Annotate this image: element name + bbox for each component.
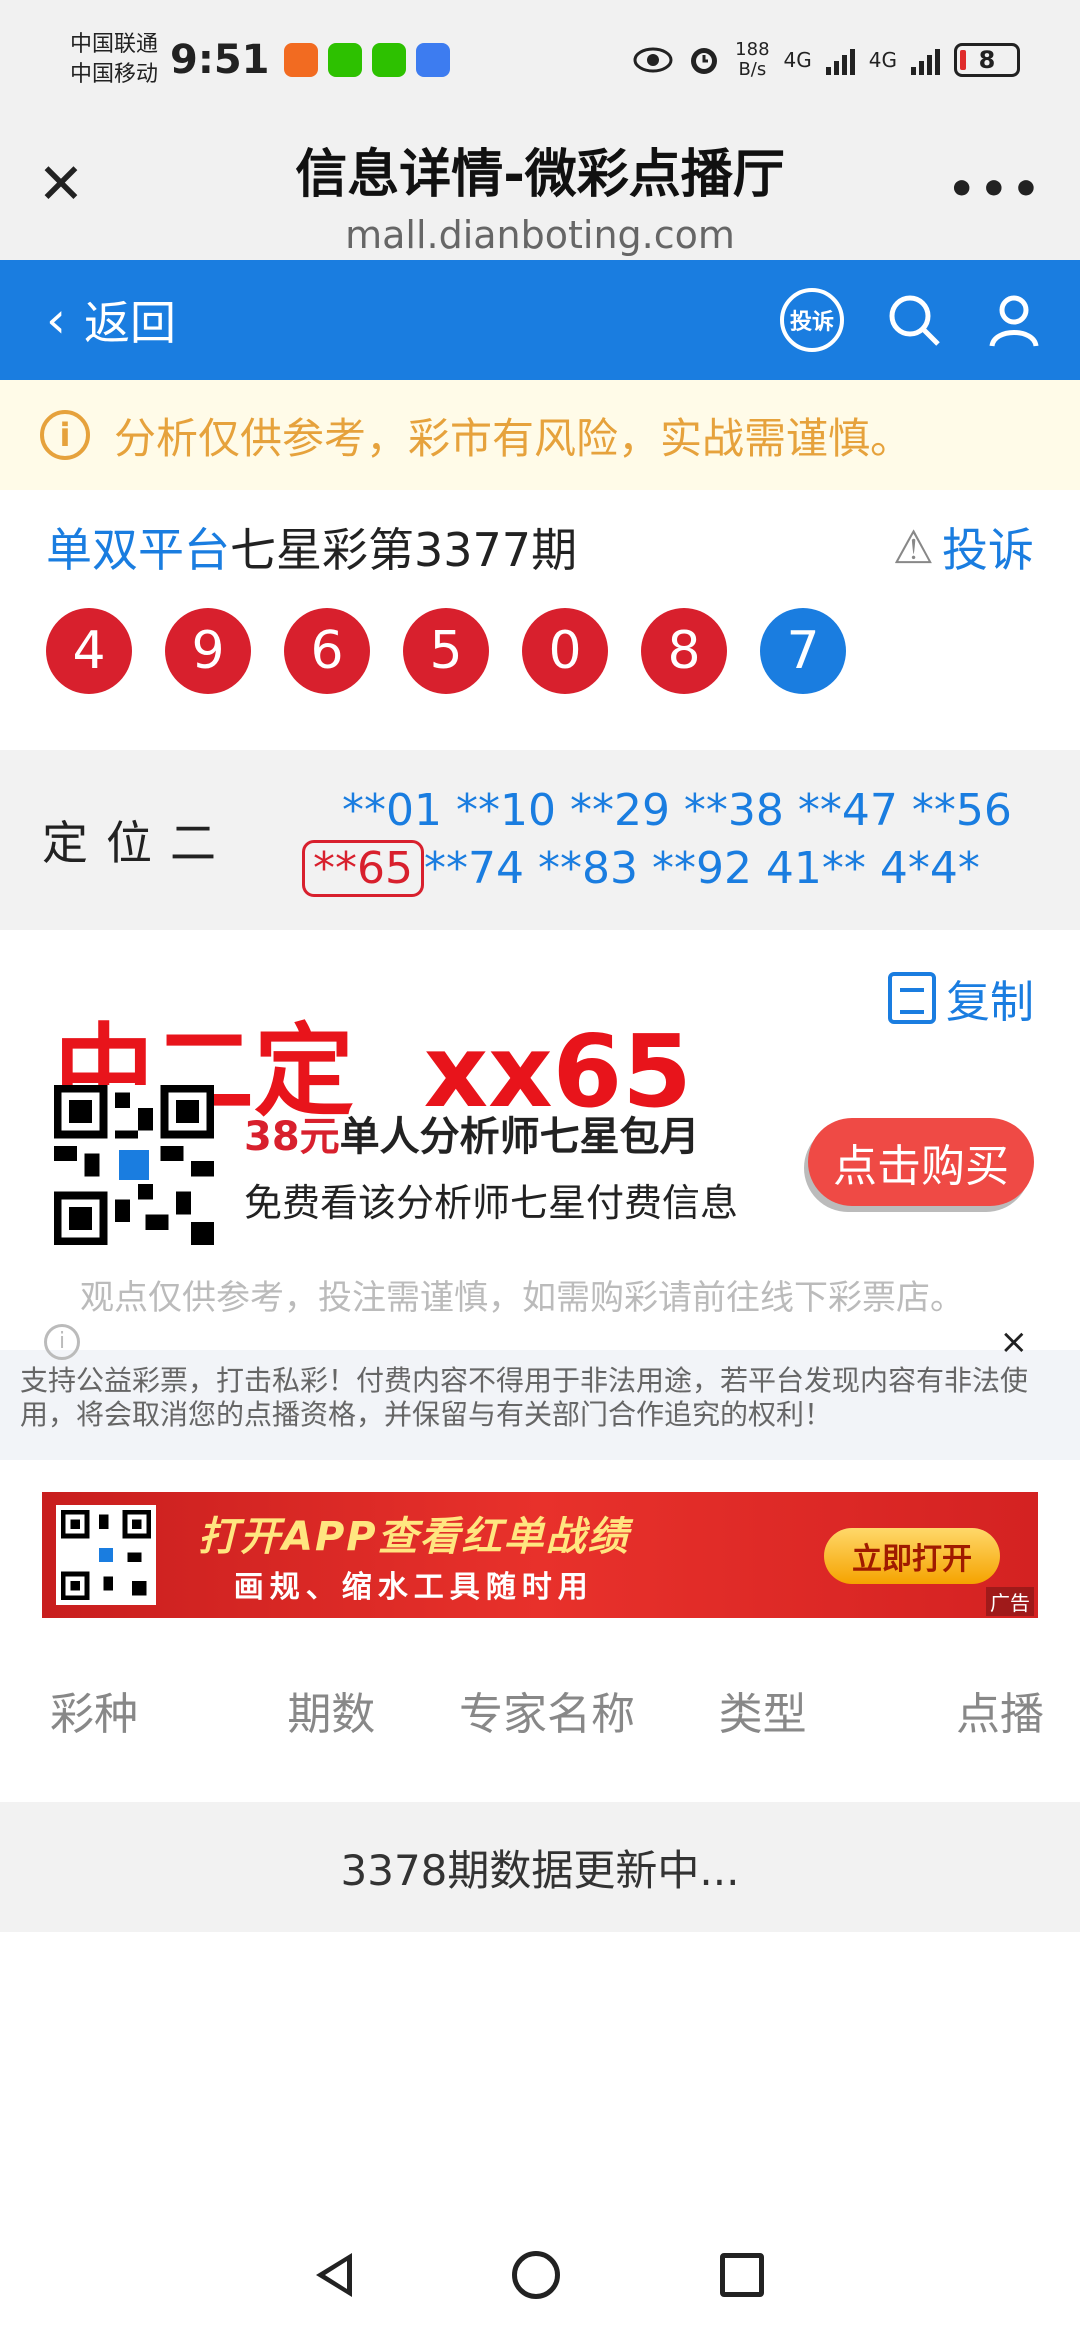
- promo-price: 38元: [244, 1113, 340, 1160]
- banner-subline: 画规、缩水工具随时用: [233, 1570, 594, 1605]
- page-title: 信息详情-微彩点播厅: [295, 145, 785, 205]
- battery-level: 8: [978, 46, 996, 74]
- more-menu-icon[interactable]: •••: [948, 164, 1044, 215]
- status-bar: 中国联通 中国移动 9:51 188 B/s 4G 4G 8: [0, 0, 1080, 120]
- alarm-icon: [691, 48, 718, 74]
- system-nav-bar: [0, 2210, 1080, 2340]
- ad-label: 广告: [986, 1587, 1034, 1616]
- subscription-promo: 38元单人分析师七星包月 免费看该分析师七星付费信息 点击购买: [0, 1085, 1080, 1245]
- notification-icons: [283, 43, 450, 77]
- complain-button[interactable]: ⚠ 投诉: [893, 514, 1034, 580]
- notice-text: 分析仅供参考，彩市有风险，实战需谨慎。: [114, 413, 913, 463]
- info-icon: i: [44, 1324, 80, 1360]
- prediction-line-1: **01 **10 **29 **38 **47 **56: [342, 785, 1012, 836]
- column-header: 专家名称: [459, 1689, 635, 1740]
- network-type-1: 4G: [783, 48, 812, 72]
- result-ball: 5: [403, 608, 489, 694]
- issue-title: 单双平台七星彩第3377期: [46, 514, 577, 580]
- legal-notice: 支持公益彩票，打击私彩！付费内容不得用于非法用途，若平台发现内容有非法使用，将会…: [0, 1350, 1080, 1460]
- column-header: 彩种: [50, 1689, 138, 1740]
- disclaimer: i 观点仅供参考，投注需谨慎，如需购彩请前往线下彩票店。 ×: [0, 1240, 1080, 1362]
- back-nav-icon[interactable]: [316, 2253, 352, 2297]
- qr-code-image: [56, 1505, 156, 1605]
- recents-nav-icon[interactable]: [720, 2253, 764, 2297]
- app-notification-icon: [415, 43, 450, 77]
- special-ball: 7: [760, 608, 846, 694]
- platform-link[interactable]: 单双平台: [46, 523, 230, 577]
- app-notification-icon: [283, 43, 318, 77]
- net-speed-value: 188: [735, 39, 770, 60]
- warning-icon: ⚠: [892, 520, 934, 574]
- highlighted-number: **65: [302, 840, 424, 897]
- column-header: 点播: [956, 1689, 1044, 1740]
- back-button[interactable]: ‹ 返回: [46, 287, 176, 353]
- prediction-line-2: **74 **83 **92 41** 4*4*: [424, 843, 980, 894]
- result-ball: 6: [284, 608, 370, 694]
- battery-icon: 8: [954, 43, 1020, 77]
- promo-title-text: 单人分析师七星包月: [339, 1113, 700, 1160]
- column-header: 期数: [287, 1689, 376, 1740]
- eye-icon: [633, 47, 673, 73]
- net-speed: 188 B/s: [735, 40, 769, 80]
- carrier-2: 中国移动: [70, 62, 159, 87]
- draw-result-section: 单双平台七星彩第3377期 ⚠ 投诉 4 9 6 5 0 8 7: [0, 490, 1080, 750]
- prediction-numbers: **01 **10 **29 **38 **47 **56 **65 **74 *…: [302, 782, 1012, 898]
- result-balls: 4 9 6 5 0 8 7: [46, 608, 1034, 694]
- page-url: mall.dianboting.com: [345, 213, 735, 257]
- back-label: 返回: [84, 296, 176, 350]
- issue-name: 七星彩第3377期: [230, 523, 578, 577]
- buy-button[interactable]: 点击购买: [808, 1118, 1034, 1206]
- net-speed-unit: B/s: [738, 59, 767, 80]
- result-ball: 0: [522, 608, 608, 694]
- signal-icon: [825, 45, 855, 75]
- signal-icon: [911, 45, 940, 75]
- prediction-row: 定位二 **01 **10 **29 **38 **47 **56 **65 **…: [0, 750, 1080, 930]
- table-status: 3378期数据更新中...: [0, 1802, 1080, 1932]
- app-ad-banner[interactable]: 打开APP查看红单战绩 画规、缩水工具随时用 立即打开 广告: [42, 1492, 1038, 1618]
- copy-button[interactable]: 复制: [888, 966, 1034, 1030]
- open-app-button[interactable]: 立即打开: [824, 1528, 1000, 1584]
- qr-code-image: [54, 1085, 214, 1245]
- disclaimer-text: 观点仅供参考，投注需谨慎，如需购彩请前往线下彩票店。: [80, 1278, 964, 1318]
- promo-title: 38元单人分析师七星包月: [244, 1104, 738, 1162]
- clock: 9:51: [170, 37, 270, 83]
- chevron-left-icon: ‹: [46, 291, 66, 349]
- banner-headline: 打开APP查看红单战绩: [198, 1514, 630, 1560]
- browser-titlebar: ✕ 信息详情-微彩点播厅 mall.dianboting.com •••: [0, 120, 1080, 260]
- close-icon[interactable]: ×: [1000, 1314, 1029, 1370]
- complain-badge-button[interactable]: 投诉: [780, 288, 844, 352]
- pick-section: 中二定 xx65 复制: [0, 930, 1080, 1130]
- result-ball: 4: [46, 608, 132, 694]
- prediction-label: 定位二: [42, 816, 234, 870]
- top-nav-bar: ‹ 返回 投诉: [0, 260, 1080, 380]
- nav-actions: 投诉: [780, 288, 1044, 352]
- home-nav-icon[interactable]: [512, 2251, 560, 2299]
- copy-label: 复制: [946, 977, 1034, 1028]
- result-ball: 8: [641, 608, 727, 694]
- close-icon[interactable]: ✕: [36, 157, 86, 213]
- wechat-icon: [371, 43, 406, 77]
- column-header: 类型: [718, 1689, 807, 1740]
- copy-icon: [888, 972, 936, 1024]
- risk-notice: i 分析仅供参考，彩市有风险，实战需谨慎。: [0, 380, 1080, 490]
- status-right: 188 B/s 4G 4G 8: [633, 40, 1020, 80]
- info-icon: i: [40, 410, 90, 460]
- wechat-icon: [327, 43, 362, 77]
- network-type-2: 4G: [868, 48, 897, 72]
- result-ball: 9: [165, 608, 251, 694]
- carrier-1: 中国联通: [70, 32, 159, 57]
- search-icon[interactable]: [884, 290, 944, 350]
- table-header: 彩种 期数 专家名称 类型 点播: [0, 1618, 1080, 1802]
- complain-label: 投诉: [942, 523, 1034, 577]
- user-icon[interactable]: [984, 290, 1044, 350]
- promo-subtitle: 免费看该分析师七星付费信息: [244, 1180, 739, 1225]
- carrier-info: 中国联通 中国移动: [70, 30, 158, 90]
